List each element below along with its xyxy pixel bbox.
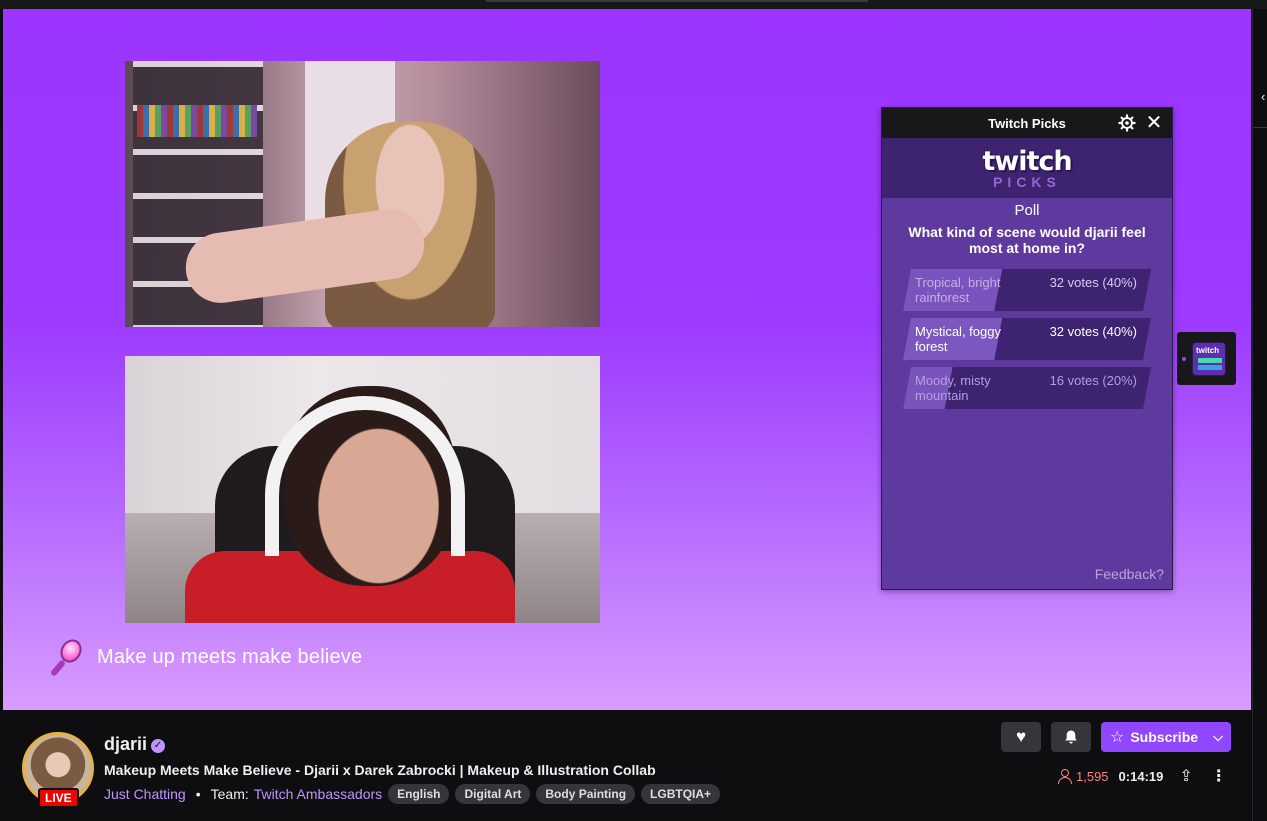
room-scene <box>125 61 600 327</box>
poll-question: What kind of scene would djarii feel mos… <box>908 224 1146 256</box>
office-scene <box>125 356 600 623</box>
poll-option[interactable]: Tropical, bright rainforest 32 votes (40… <box>903 269 1151 311</box>
star-icon: ☆ <box>1110 729 1125 746</box>
top-bar-indicator <box>486 0 868 2</box>
viewer-count: 1,595 <box>1076 768 1109 784</box>
team-link[interactable]: Twitch Ambassadors <box>254 786 382 802</box>
chat-rail: ‹ <box>1252 9 1267 821</box>
viewer-icon <box>1057 768 1073 784</box>
poll-option[interactable]: Mystical, foggy forest 32 votes (40%) <box>903 318 1151 360</box>
heart-icon: ♥ <box>1015 727 1027 746</box>
team-label: Team: <box>210 786 249 802</box>
share-icon[interactable]: ⇪ <box>1179 766 1192 786</box>
picks-logo-word: twitch <box>982 146 1072 177</box>
webcam-feed-djarii <box>125 61 600 327</box>
more-options-icon[interactable]: ⋮ <box>1211 766 1227 786</box>
poll-option-votes: 32 votes (40%) <box>1049 275 1137 290</box>
stream-uptime: 0:14:19 <box>1118 768 1164 784</box>
poll-option-label: Moody, misty mountain <box>915 373 991 403</box>
stream-meta: Just Chatting • Team: Twitch Ambassadors… <box>104 784 721 804</box>
twitch-picks-logo: twitch PICKS <box>882 138 1172 198</box>
follow-button[interactable]: ♥ <box>1001 722 1041 752</box>
poll-option-votes: 32 votes (40%) <box>1049 324 1137 339</box>
notifications-button[interactable] <box>1051 722 1091 752</box>
stream-title: Makeup Meets Make Believe - Djarii x Dar… <box>104 762 656 778</box>
tag-body-painting[interactable]: Body Painting <box>536 784 636 804</box>
close-icon[interactable]: ✕ <box>1144 113 1164 133</box>
extension-icon-word: twitch <box>1196 346 1220 355</box>
poll-option-votes: 16 votes (20%) <box>1049 373 1137 388</box>
picks-header-title: Twitch Picks <box>988 115 1066 131</box>
picks-header: Twitch Picks ✕ <box>882 108 1172 138</box>
subscribe-label: Subscribe <box>1130 729 1199 745</box>
channel-info-bar: LIVE djarii ✓ Makeup Meets Make Believe … <box>0 710 1252 821</box>
stream-overlay-caption: Make up meets make believe <box>49 635 363 677</box>
gear-icon[interactable] <box>1118 114 1136 132</box>
bell-icon <box>1065 730 1077 744</box>
meta-separator: • <box>195 786 201 802</box>
tag-lgbtqia[interactable]: LGBTQIA+ <box>641 784 721 804</box>
poll-option[interactable]: Moody, misty mountain 16 votes (20%) <box>903 367 1151 409</box>
channel-name[interactable]: djarii <box>104 734 147 755</box>
chevron-down-icon[interactable]: ⌵ <box>1213 729 1223 745</box>
picks-logo-sub: PICKS <box>993 174 1061 190</box>
rail-divider <box>1253 127 1267 128</box>
twitch-picks-panel[interactable]: Twitch Picks ✕ twitch PICKS Poll What ki… <box>881 107 1173 590</box>
live-badge: LIVE <box>38 788 79 808</box>
verified-icon: ✓ <box>151 739 165 753</box>
extension-toggle[interactable]: twitch <box>1177 332 1236 385</box>
overlay-caption-text: Make up meets make believe <box>97 645 363 668</box>
hand-mirror-icon <box>49 635 86 677</box>
stream-stats: 1,595 0:14:19 ⇪ ⋮ <box>1057 766 1227 786</box>
category-link[interactable]: Just Chatting <box>104 786 186 802</box>
books <box>137 105 257 137</box>
tag-english[interactable]: English <box>388 784 450 804</box>
expand-chat-icon[interactable]: ‹ <box>1261 89 1265 104</box>
top-bar <box>0 0 1267 9</box>
poll-type-label: Poll <box>1014 202 1040 219</box>
feedback-link[interactable]: Feedback? <box>1095 566 1164 582</box>
twitch-picks-extension-icon[interactable]: twitch <box>1192 342 1226 376</box>
extension-active-dot <box>1182 357 1186 361</box>
webcam-feed-guest <box>125 356 600 623</box>
poll-option-label: Tropical, bright rainforest <box>915 275 1001 305</box>
tag-digital-art[interactable]: Digital Art <box>455 784 531 804</box>
poll-option-label: Mystical, foggy forest <box>915 324 1001 354</box>
subscribe-button[interactable]: ☆ Subscribe ⌵ <box>1101 722 1231 752</box>
